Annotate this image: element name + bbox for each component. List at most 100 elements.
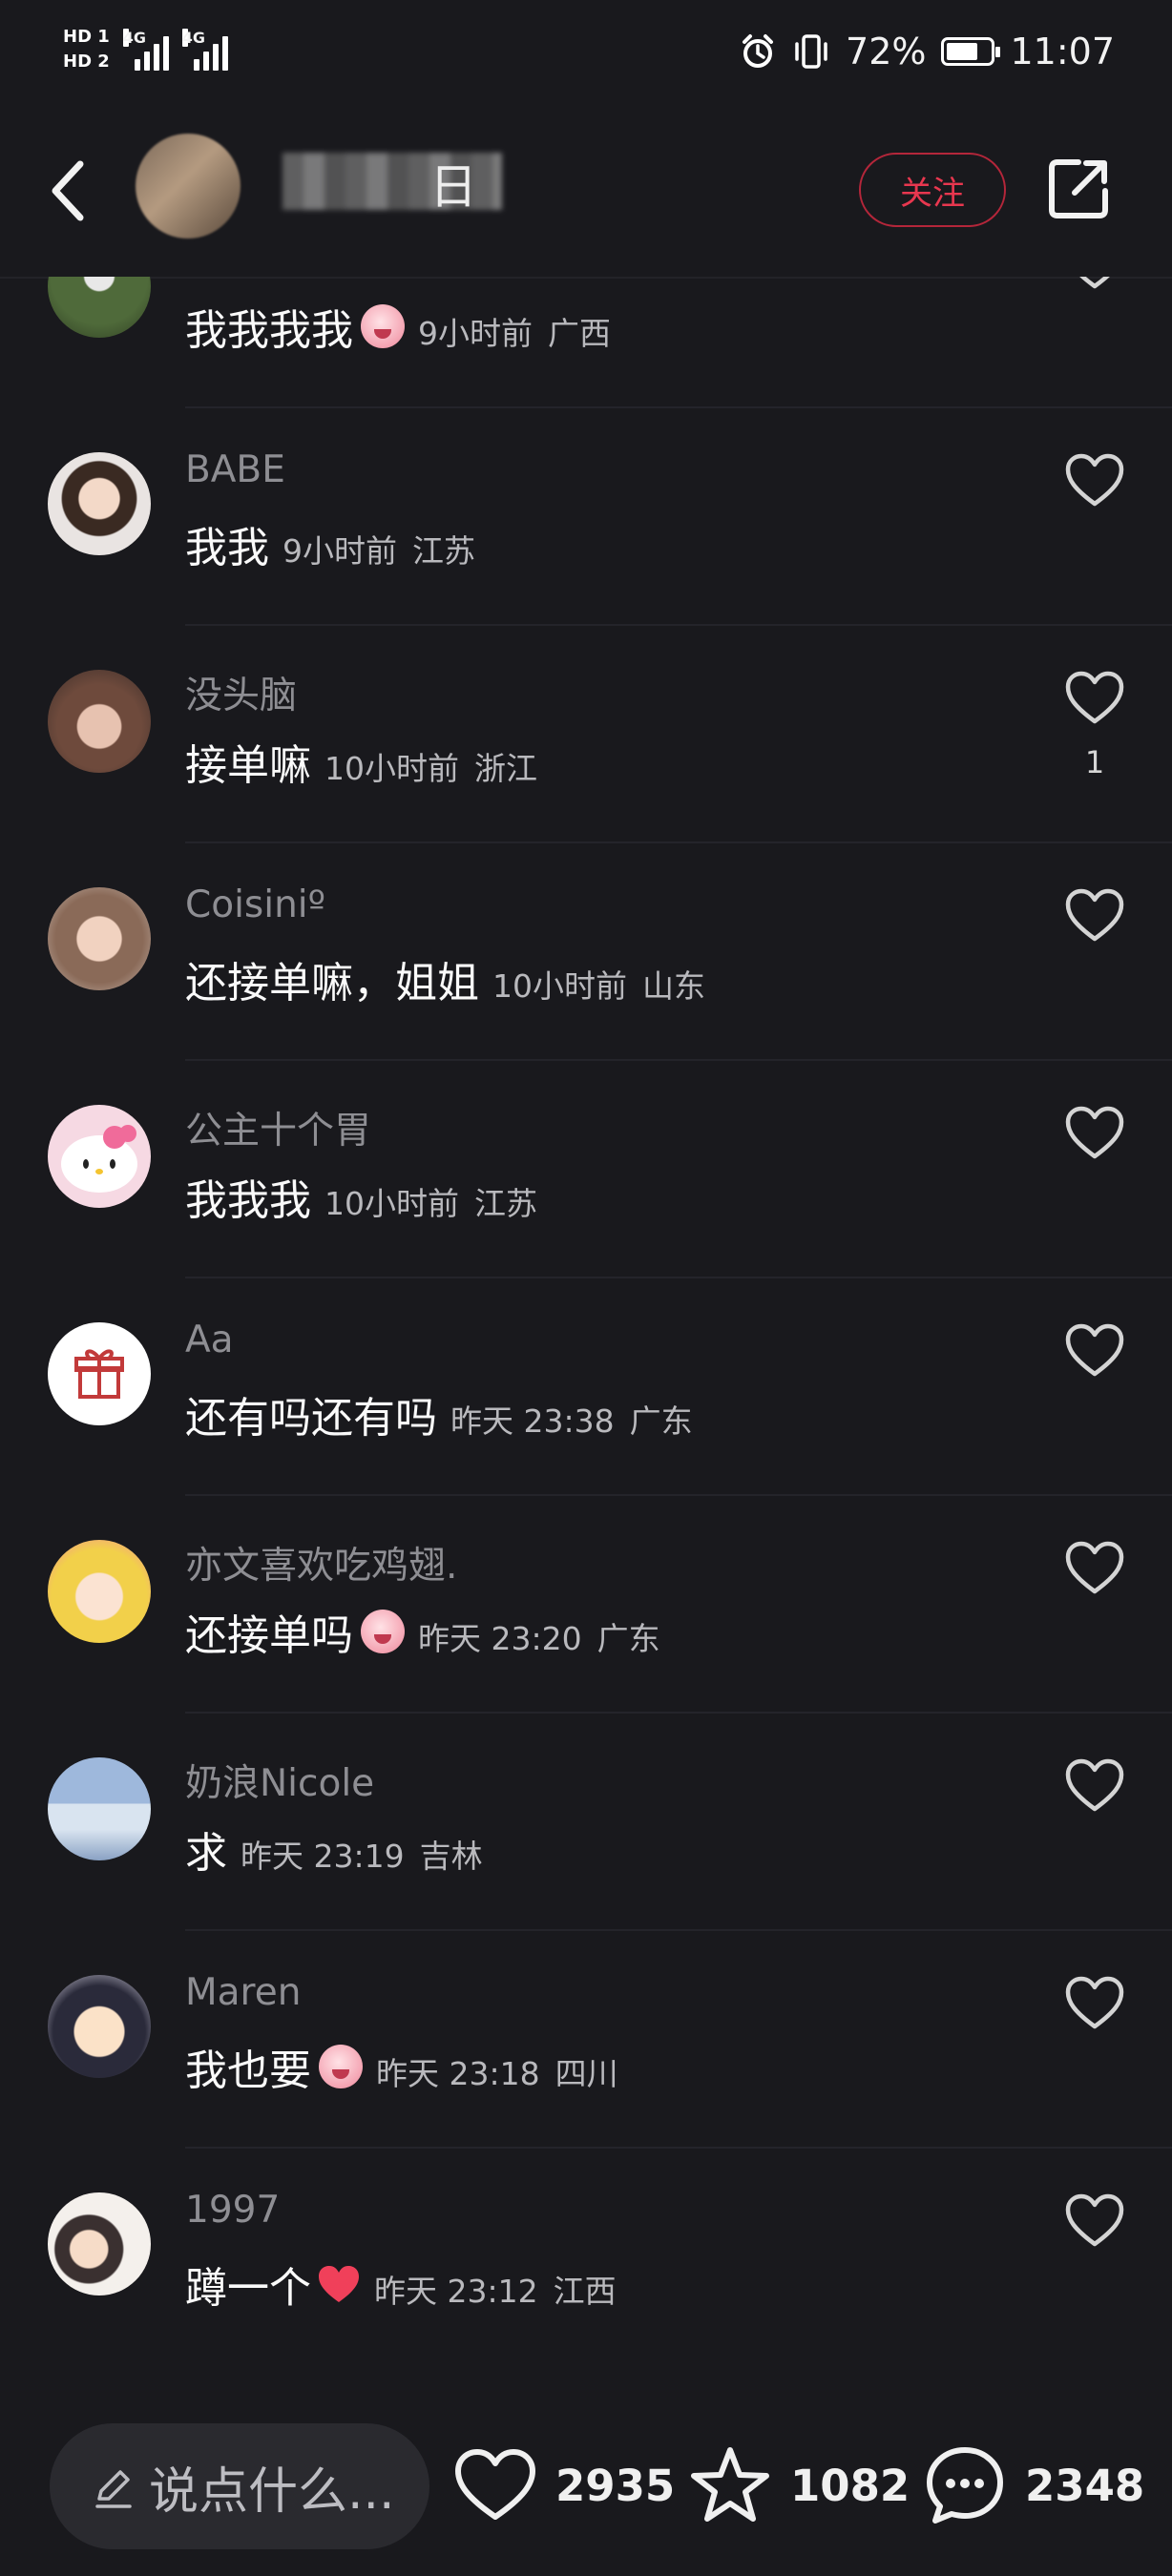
comment-item[interactable]: 没头脑 接单嘛 10小时前 浙江 1 <box>0 626 1172 843</box>
commenter-avatar[interactable] <box>48 1322 151 1425</box>
heart-outline-icon[interactable] <box>1064 1105 1125 1162</box>
comment-time: 10小时前 <box>492 967 627 1005</box>
heart-outline-icon[interactable] <box>1064 887 1125 945</box>
signal-icon-1: 4G <box>122 29 169 71</box>
comment-item[interactable]: Coisiniº 还接单嘛，姐姐 10小时前 山东 <box>0 843 1172 1061</box>
comment-input-placeholder: 说点什么... <box>149 2462 395 2521</box>
author-avatar[interactable] <box>136 134 241 239</box>
comment-meta: 昨天 23:12 江西 <box>374 2266 617 2312</box>
commenter-avatar[interactable] <box>48 670 151 773</box>
commenter-avatar[interactable] <box>48 277 151 338</box>
commenter-name[interactable]: 公主十个胃 <box>185 1101 371 1154</box>
comment-text: 我我 9小时前 江苏 <box>185 513 475 574</box>
commenter-avatar[interactable] <box>48 1757 151 1860</box>
commenter-name[interactable]: 亦文喜欢吃鸡翅. <box>185 1536 457 1589</box>
comment-location: 吉林 <box>419 1838 483 1875</box>
comment-location: 浙江 <box>474 750 537 787</box>
peach-face-emoji-icon <box>361 304 405 348</box>
comment-item[interactable]: 周周在这 我我我我 9小时前广西 <box>0 277 1172 408</box>
comment-meta: 10小时前 山东 <box>492 961 705 1007</box>
comment-body: 我也要 <box>185 2046 311 2095</box>
hello-kitty-avatar-icon <box>61 1125 137 1193</box>
network-type-1: 4G <box>122 29 147 47</box>
heart-outline-icon[interactable] <box>1064 1540 1125 1597</box>
commenter-name[interactable]: 奶浪Nicole <box>185 1754 374 1807</box>
comment-location: 山东 <box>642 967 705 1005</box>
comment-item[interactable]: 公主十个胃 我我我 10小时前 江苏 <box>0 1061 1172 1278</box>
clock: 11:07 <box>1010 31 1115 73</box>
comment-body: 我我我 <box>185 1176 311 1225</box>
comment-time: 昨天 23:12 <box>374 2273 538 2310</box>
commenter-avatar[interactable] <box>48 887 151 990</box>
battery-icon <box>941 37 1001 66</box>
commenter-avatar[interactable] <box>48 2192 151 2296</box>
header: 日 关注 <box>0 114 1172 279</box>
commenter-avatar[interactable] <box>48 1540 151 1643</box>
comment-item[interactable]: Maren 我也要 昨天 23:18 四川 <box>0 1931 1172 2149</box>
comment-time: 10小时前 <box>324 1185 459 1222</box>
heart-outline-icon[interactable] <box>1064 1757 1125 1815</box>
comment-meta: 9小时前 江苏 <box>283 526 475 571</box>
comment-location: 广东 <box>596 1620 660 1657</box>
commenter-name[interactable]: 没头脑 <box>185 666 297 719</box>
comment-text: 求 昨天 23:19 吉林 <box>185 1818 483 1880</box>
comment-item[interactable]: 奶浪Nicole 求 昨天 23:19 吉林 <box>0 1714 1172 1931</box>
comment-time: 昨天 23:19 <box>241 1838 405 1875</box>
comment-input[interactable]: 说点什么... <box>50 2423 429 2549</box>
heart-outline-icon[interactable] <box>1064 670 1125 727</box>
comment-location: 江西 <box>553 2273 617 2310</box>
comment-button[interactable]: 2348 <box>922 2442 1144 2528</box>
peach-face-emoji-icon <box>361 1610 405 1653</box>
alarm-icon <box>743 34 774 68</box>
comment-time: 昨天 23:38 <box>450 1402 615 1440</box>
commenter-avatar[interactable] <box>48 452 151 555</box>
comment-location: 广西 <box>548 315 611 352</box>
back-arrow-icon[interactable] <box>38 153 95 229</box>
comment-text: 我我我 10小时前 江苏 <box>185 1166 537 1227</box>
comment-time: 昨天 23:20 <box>418 1620 582 1657</box>
commenter-avatar[interactable] <box>48 1105 151 1208</box>
heart-outline-icon[interactable] <box>1064 452 1125 509</box>
like-count: 1 <box>1084 744 1105 780</box>
comment-item[interactable]: Aa 还有吗还有吗 昨天 23:38 广东 <box>0 1278 1172 1496</box>
comment-time: 10小时前 <box>324 750 459 787</box>
share-icon[interactable] <box>1044 155 1113 223</box>
peach-face-emoji-icon <box>319 2045 363 2088</box>
heart-outline-icon[interactable] <box>1064 1322 1125 1380</box>
comment-time: 9小时前 <box>418 315 533 352</box>
comment-item[interactable]: BABE 我我 9小时前 江苏 <box>0 408 1172 626</box>
comment-text: 还接单吗 昨天 23:20 广东 <box>185 1601 660 1662</box>
author-name[interactable]: 日 <box>286 149 496 216</box>
commenter-avatar[interactable] <box>48 1975 151 2078</box>
comment-body: 还接单吗 <box>185 1611 353 1660</box>
heart-outline-icon[interactable] <box>1064 1975 1125 2032</box>
commenter-name[interactable]: 1997 <box>185 2189 280 2232</box>
status-bar: HD 1 HD 2 4G 4G 72% 11:07 <box>0 0 1172 114</box>
heart-outline-icon[interactable] <box>1064 2192 1125 2250</box>
heart-outline-icon[interactable] <box>1064 277 1125 292</box>
comment-list[interactable]: 周周在这 我我我我 9小时前广西 BABE 我我 9小时前江苏 没头脑 接单嘛 … <box>0 277 1172 2385</box>
commenter-name[interactable]: Coisiniº <box>185 883 325 926</box>
commenter-name[interactable]: Maren <box>185 1971 301 2014</box>
comment-text: 接单嘛 10小时前 浙江 <box>185 731 537 792</box>
comment-body: 接单嘛 <box>185 741 311 790</box>
comment-item[interactable]: 亦文喜欢吃鸡翅. 还接单吗 昨天 23:20 广东 <box>0 1496 1172 1714</box>
comment-text: 还接单嘛，姐姐 10小时前 山东 <box>185 948 705 1009</box>
comment-meta: 昨天 23:20 广东 <box>418 1613 660 1659</box>
comment-time: 昨天 23:18 <box>376 2055 540 2092</box>
pencil-icon <box>95 2470 132 2508</box>
commenter-name[interactable]: 周周在这 <box>185 277 334 284</box>
star-outline-icon <box>691 2447 769 2522</box>
comment-location: 江苏 <box>412 532 475 570</box>
commenter-name[interactable]: Aa <box>185 1319 234 1361</box>
like-button[interactable]: 2935 <box>452 2442 675 2528</box>
author-name-visible: 日 <box>429 159 477 215</box>
commenter-name[interactable]: BABE <box>185 448 285 491</box>
comment-body: 求 <box>185 1829 227 1878</box>
comment-time: 9小时前 <box>283 532 397 570</box>
favorite-button[interactable]: 1082 <box>687 2442 910 2528</box>
follow-button[interactable]: 关注 <box>859 153 1006 227</box>
vibrate-icon <box>795 34 827 69</box>
comment-item[interactable]: 1997 蹲一个 昨天 23:12 江西 <box>0 2149 1172 2366</box>
comment-body: 还有吗还有吗 <box>185 1394 437 1443</box>
